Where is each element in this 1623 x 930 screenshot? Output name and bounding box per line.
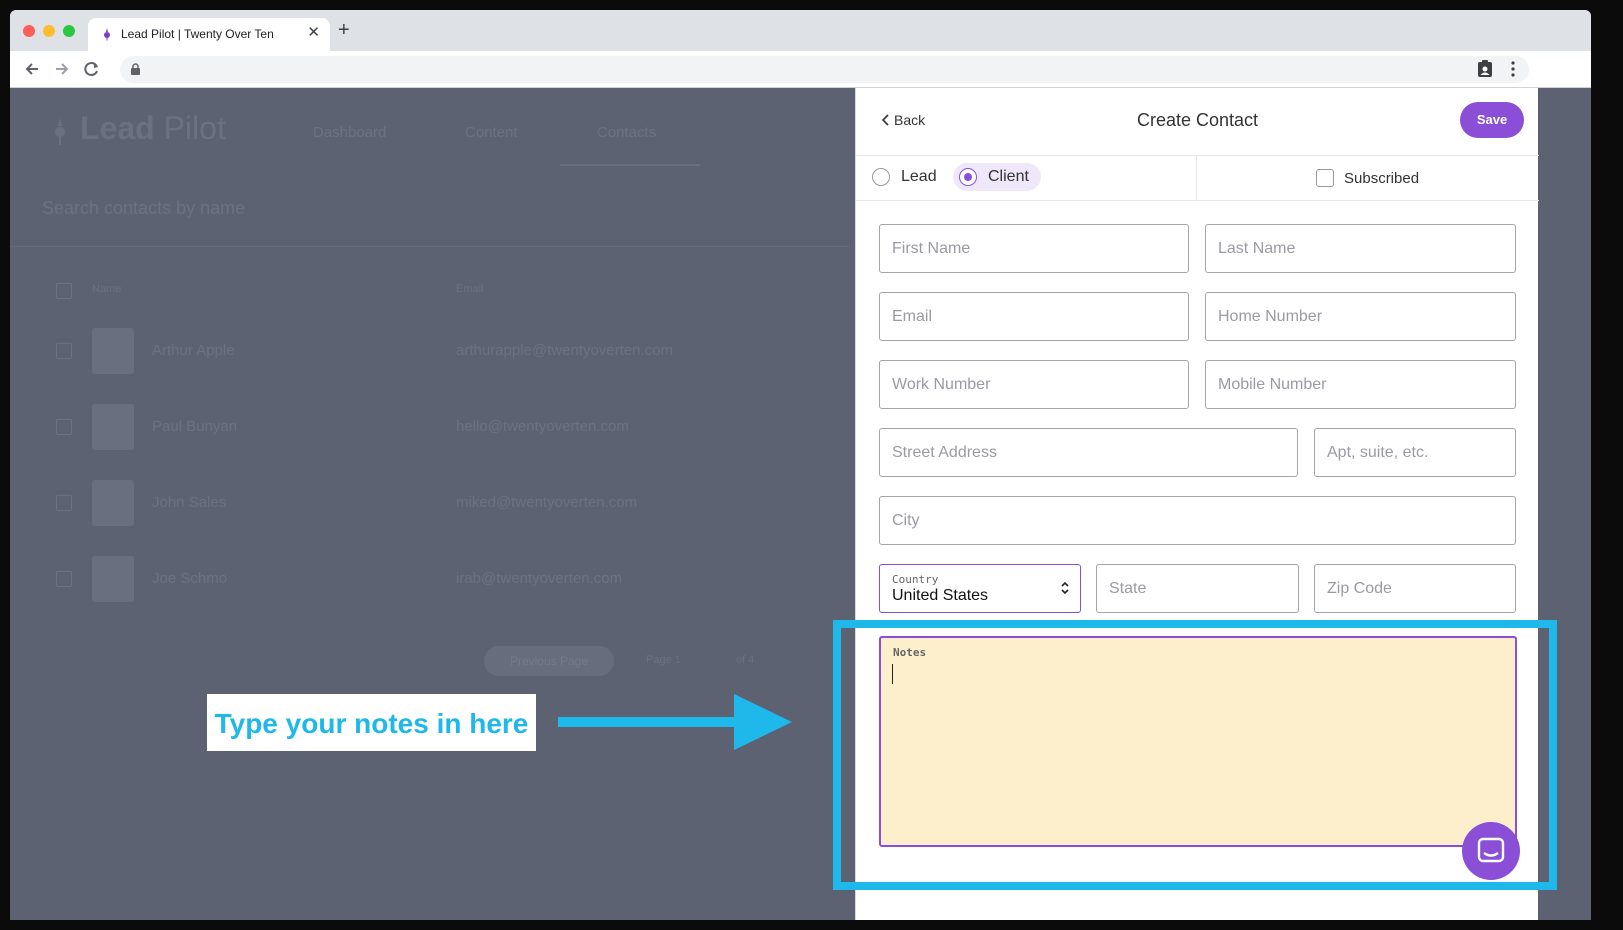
- more-menu-icon[interactable]: [1510, 60, 1516, 78]
- work-number-placeholder: Work Number: [892, 376, 991, 393]
- first-name-placeholder: First Name: [892, 240, 971, 257]
- forward-arrow-icon[interactable]: [51, 58, 73, 80]
- divider: [856, 200, 1539, 201]
- row-checkbox[interactable]: [56, 419, 72, 435]
- table-row[interactable]: Arthur Apple arthurapple@twentyoverten.c…: [10, 328, 850, 404]
- country-value: United States: [892, 587, 989, 604]
- avatar: [92, 556, 134, 602]
- zip-code-placeholder: Zip Code: [1327, 580, 1392, 597]
- nav-dashboard[interactable]: Dashboard: [313, 124, 386, 141]
- city-field[interactable]: City: [879, 496, 1516, 545]
- avatar: [92, 328, 134, 374]
- street-address-placeholder: Street Address: [892, 444, 997, 461]
- last-name-placeholder: Last Name: [1218, 240, 1296, 257]
- new-tab-button[interactable]: +: [338, 19, 350, 41]
- home-number-field[interactable]: Home Number: [1205, 292, 1516, 341]
- logo-icon: [55, 118, 65, 145]
- lead-pilot-favicon-icon: [104, 28, 110, 41]
- reload-icon[interactable]: [81, 58, 103, 80]
- lock-icon: [131, 63, 140, 75]
- contact-search-input[interactable]: Search contacts by name: [42, 198, 245, 219]
- client-radio-label[interactable]: Client: [988, 168, 1029, 186]
- column-header-email: Email: [456, 283, 484, 295]
- nav-contacts[interactable]: Contacts: [597, 124, 656, 141]
- previous-page-button[interactable]: Previous Page: [484, 646, 614, 676]
- annotation-arrow-icon: [558, 694, 792, 750]
- pager-total: of 4: [736, 654, 755, 666]
- state-placeholder: State: [1109, 580, 1147, 597]
- divider: [10, 246, 850, 247]
- country-select[interactable]: Country United States: [879, 564, 1081, 613]
- tab-strip: Lead Pilot | Twenty Over Ten ✕ +: [10, 10, 1591, 51]
- browser-tab[interactable]: Lead Pilot | Twenty Over Ten ✕: [88, 18, 330, 51]
- table-row[interactable]: Joe Schmo irab@twentyoverten.com: [10, 556, 850, 632]
- last-name-field[interactable]: Last Name: [1205, 224, 1516, 273]
- avatar: [92, 404, 134, 450]
- nav-active-underline: [560, 164, 700, 166]
- minimize-window-button[interactable]: [43, 25, 55, 37]
- apt-suite-field[interactable]: Apt, suite, etc.: [1314, 428, 1516, 477]
- state-field[interactable]: State: [1096, 564, 1299, 613]
- apt-suite-placeholder: Apt, suite, etc.: [1327, 444, 1429, 461]
- home-number-placeholder: Home Number: [1218, 308, 1323, 325]
- close-window-button[interactable]: [23, 25, 35, 37]
- select-arrows-icon: [1061, 581, 1069, 595]
- row-checkbox[interactable]: [56, 571, 72, 587]
- annotation-callout-text: Type your notes in here: [214, 708, 529, 739]
- contact-email: miked@twentyoverten.com: [456, 494, 638, 511]
- contact-name: Arthur Apple: [152, 342, 235, 359]
- lead-radio[interactable]: [872, 168, 890, 186]
- subscribed-label: Subscribed: [1344, 170, 1420, 187]
- address-bar[interactable]: [120, 56, 1529, 83]
- email-placeholder: Email: [892, 308, 933, 325]
- contact-email: arthurapple@twentyoverten.com: [456, 342, 674, 359]
- back-arrow-icon[interactable]: [21, 58, 43, 80]
- extension-icon[interactable]: [1477, 60, 1493, 78]
- street-address-field[interactable]: Street Address: [879, 428, 1298, 477]
- lead-radio-label[interactable]: Lead: [901, 168, 937, 186]
- city-placeholder: City: [892, 512, 920, 529]
- tab-close-icon[interactable]: ✕: [307, 25, 320, 41]
- mobile-number-placeholder: Mobile Number: [1218, 376, 1327, 393]
- client-radio[interactable]: [959, 168, 977, 186]
- maximize-window-button[interactable]: [63, 25, 75, 37]
- row-checkbox[interactable]: [56, 495, 72, 511]
- avatar: [92, 480, 134, 526]
- contact-email: hello@twentyoverten.com: [456, 418, 629, 435]
- logo-bold-text: Lead: [80, 110, 155, 146]
- divider: [856, 155, 1539, 156]
- country-label: Country: [892, 573, 939, 586]
- table-row[interactable]: John Sales miked@twentyoverten.com: [10, 480, 850, 556]
- table-row[interactable]: Paul Bunyan hello@twentyoverten.com: [10, 404, 850, 480]
- column-header-name: Name: [92, 283, 122, 295]
- toolbar: [10, 51, 1591, 88]
- mobile-number-field[interactable]: Mobile Number: [1205, 360, 1516, 409]
- first-name-field[interactable]: First Name: [879, 224, 1189, 273]
- zip-code-field[interactable]: Zip Code: [1314, 564, 1516, 613]
- contact-email: irab@twentyoverten.com: [456, 570, 623, 587]
- pager-page: Page 1: [646, 654, 681, 666]
- save-button[interactable]: Save: [1460, 102, 1524, 138]
- contact-name: Paul Bunyan: [152, 418, 238, 435]
- email-field[interactable]: Email: [879, 292, 1189, 341]
- subscribed-checkbox[interactable]: [1316, 169, 1334, 187]
- divider: [1196, 156, 1197, 200]
- annotation-highlight-box: [833, 620, 1557, 890]
- row-checkbox[interactable]: [56, 343, 72, 359]
- contact-name: Joe Schmo: [152, 570, 228, 587]
- tab-title: Lead Pilot | Twenty Over Ten: [121, 27, 274, 41]
- nav-content[interactable]: Content: [465, 124, 518, 141]
- annotation-callout: Type your notes in here: [207, 694, 536, 751]
- work-number-field[interactable]: Work Number: [879, 360, 1189, 409]
- contact-name: John Sales: [152, 494, 227, 511]
- panel-title: Create Contact: [1136, 110, 1259, 130]
- select-all-checkbox[interactable]: [56, 283, 72, 299]
- logo-light-text: Pilot: [163, 110, 226, 146]
